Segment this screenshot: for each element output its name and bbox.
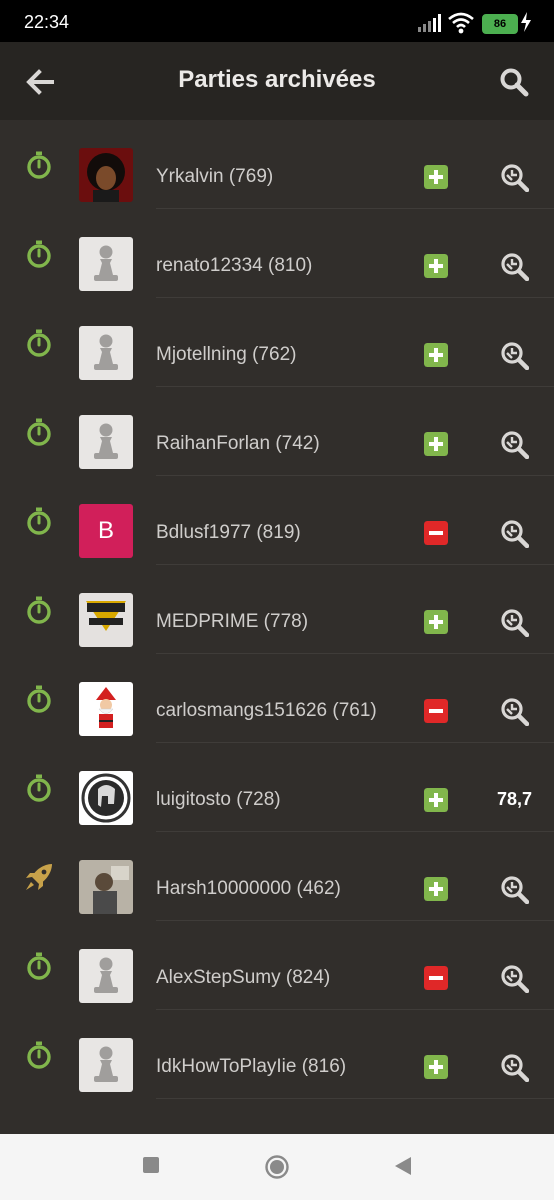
rocket-icon — [26, 864, 52, 890]
analysis-magnifier-icon[interactable] — [499, 963, 529, 993]
analysis-magnifier-icon[interactable] — [499, 1052, 529, 1082]
avatar-default-pawn[interactable] — [79, 237, 133, 291]
avatar-letter-text: B — [97, 517, 114, 544]
charging-icon — [521, 12, 531, 32]
game-row[interactable]: luigitosto (728) 78,7 — [0, 743, 554, 832]
avatar-image — [79, 1038, 133, 1092]
recent-apps-button[interactable] — [142, 1156, 160, 1174]
plus-icon — [424, 610, 448, 634]
game-row[interactable]: MEDPRIME (778) — [0, 565, 554, 654]
opponent-name[interactable]: Harsh10000000 (462) — [156, 878, 341, 900]
opponent-name[interactable]: RaihanForlan (742) — [156, 433, 320, 455]
plus-icon — [424, 165, 448, 189]
stopwatch-icon — [27, 774, 51, 802]
avatar-image — [79, 148, 133, 202]
analysis-magnifier-icon[interactable] — [499, 607, 529, 637]
avatar-default-pawn[interactable] — [79, 1038, 133, 1092]
game-row[interactable]: B Bdlusf1977 (819) — [0, 476, 554, 565]
stopwatch-icon — [27, 240, 51, 268]
stopwatch-icon — [27, 151, 51, 179]
accuracy-score[interactable]: 78,7 — [497, 789, 532, 810]
avatar-afro-cartoon[interactable] — [79, 148, 133, 202]
analysis-magnifier-icon[interactable] — [499, 251, 529, 281]
opponent-name[interactable]: renato12334 (810) — [156, 255, 312, 277]
app-header: Parties archivées — [0, 42, 554, 120]
avatar-image — [79, 593, 133, 647]
minus-icon — [424, 521, 448, 545]
avatar-photo[interactable] — [79, 860, 133, 914]
avatar-default-pawn[interactable] — [79, 415, 133, 469]
battery-indicator: 86 — [482, 14, 518, 34]
avatar-letter[interactable]: B — [79, 504, 133, 558]
row-divider — [156, 1098, 554, 1099]
stopwatch-icon — [27, 418, 51, 446]
avatar-spartan-helmet[interactable] — [79, 771, 133, 825]
avatar-image — [79, 237, 133, 291]
opponent-name[interactable]: Mjotellning (762) — [156, 344, 296, 366]
stopwatch-icon — [27, 685, 51, 713]
back-button[interactable] — [394, 1156, 412, 1176]
archived-games-list: Yrkalvin (769) renato12334 (810) Mjotell… — [0, 120, 554, 1134]
avatar-santa[interactable] — [79, 682, 133, 736]
opponent-name[interactable]: Bdlusf1977 (819) — [156, 522, 301, 544]
status-bar: 22:34 86 — [0, 0, 554, 42]
wifi-icon — [448, 12, 474, 34]
minus-icon — [424, 966, 448, 990]
opponent-name[interactable]: carlosmangs151626 (761) — [156, 700, 377, 722]
avatar-default-pawn[interactable] — [79, 326, 133, 380]
avatar-medprime-logo[interactable] — [79, 593, 133, 647]
plus-icon — [424, 343, 448, 367]
analysis-magnifier-icon[interactable] — [499, 696, 529, 726]
avatar-image — [79, 771, 133, 825]
stopwatch-icon — [27, 952, 51, 980]
stopwatch-icon — [27, 507, 51, 535]
opponent-name[interactable]: Yrkalvin (769) — [156, 166, 273, 188]
game-row[interactable]: renato12334 (810) — [0, 209, 554, 298]
avatar-image — [79, 860, 133, 914]
signal-icon — [418, 14, 441, 32]
opponent-name[interactable]: MEDPRIME (778) — [156, 611, 308, 633]
opponent-name[interactable]: luigitosto (728) — [156, 789, 281, 811]
minus-icon — [424, 699, 448, 723]
plus-icon — [424, 432, 448, 456]
avatar-default-pawn[interactable] — [79, 949, 133, 1003]
game-row[interactable]: carlosmangs151626 (761) — [0, 654, 554, 743]
avatar-image — [79, 415, 133, 469]
plus-icon — [424, 1055, 448, 1079]
analysis-magnifier-icon[interactable] — [499, 518, 529, 548]
game-row[interactable]: RaihanForlan (742) — [0, 387, 554, 476]
plus-icon — [424, 877, 448, 901]
avatar-image — [79, 949, 133, 1003]
avatar-image — [79, 326, 133, 380]
stopwatch-icon — [27, 1041, 51, 1069]
opponent-name[interactable]: AlexStepSumy (824) — [156, 967, 330, 989]
search-icon[interactable] — [498, 66, 530, 98]
page-title: Parties archivées — [178, 66, 376, 93]
analysis-magnifier-icon[interactable] — [499, 162, 529, 192]
game-row[interactable]: Yrkalvin (769) — [0, 120, 554, 209]
analysis-magnifier-icon[interactable] — [499, 874, 529, 904]
game-row[interactable]: IdkHowToPlayIie (816) — [0, 1010, 554, 1099]
status-time: 22:34 — [24, 12, 70, 32]
analysis-magnifier-icon[interactable] — [499, 429, 529, 459]
system-nav-bar — [0, 1134, 554, 1200]
avatar-image — [79, 682, 133, 736]
stopwatch-icon — [27, 329, 51, 357]
opponent-name[interactable]: IdkHowToPlayIie (816) — [156, 1056, 346, 1078]
plus-icon — [424, 254, 448, 278]
game-row[interactable]: Mjotellning (762) — [0, 298, 554, 387]
home-button[interactable] — [264, 1154, 290, 1180]
game-row[interactable]: Harsh10000000 (462) — [0, 832, 554, 921]
plus-icon — [424, 788, 448, 812]
game-row[interactable]: AlexStepSumy (824) — [0, 921, 554, 1010]
analysis-magnifier-icon[interactable] — [499, 340, 529, 370]
stopwatch-icon — [27, 596, 51, 624]
